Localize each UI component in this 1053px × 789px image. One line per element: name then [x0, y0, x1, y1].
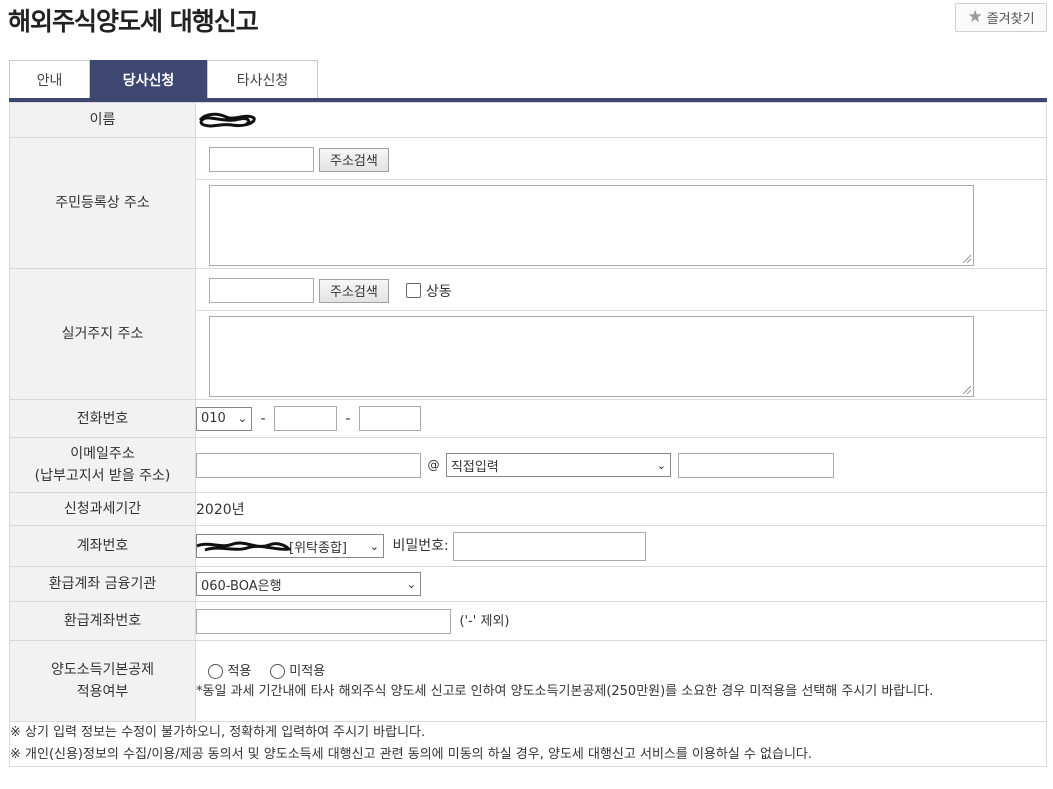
phone-separator: - [345, 410, 351, 427]
resident-zip-input[interactable] [209, 147, 314, 172]
tax-period-label: 신청과세기간 [9, 492, 196, 526]
account-cell: [위탁종합] ⌄ 비밀번호: [195, 525, 1047, 567]
name-value [195, 102, 1047, 138]
redaction-scribble [196, 541, 291, 552]
email-user-input[interactable] [196, 452, 421, 478]
same-address-label: 상동 [425, 283, 452, 300]
resize-grip-icon[interactable] [963, 254, 971, 263]
basic-deduction-label: 양도소득기본공제 적용여부 [9, 640, 196, 722]
refund-bank-label: 환급계좌 금융기관 [9, 566, 196, 602]
application-form: 이름 주민등록상 주소 주소검색 실거주지 주소 주소검색 상동 전화번호 01… [9, 102, 1047, 767]
refund-account-label: 환급계좌번호 [9, 601, 196, 641]
refund-bank-select[interactable]: 060-BOA은행 ⌄ [196, 572, 421, 596]
refund-account-hint: ('-' 제외) [459, 614, 510, 629]
phone-cell: 010 ⌄ - - [195, 399, 1047, 438]
email-cell: @ 직접입력 ⌄ [195, 437, 1047, 493]
chevron-down-icon: ⌄ [369, 539, 379, 553]
tax-period-value: 2020년 [195, 492, 1047, 526]
basic-deduction-cell: 적용 미적용 *동일 과세 기간내에 타사 해외주식 양도세 신고로 인하여 양… [195, 640, 1047, 722]
apply-radio[interactable] [208, 663, 223, 679]
resident-address-detail-input[interactable] [209, 184, 974, 266]
phone-middle-input[interactable] [273, 406, 337, 431]
chevron-down-icon: ⌄ [237, 412, 247, 425]
favorite-button[interactable]: ★ 즐겨찾기 [955, 3, 1047, 32]
refund-account-cell: ('-' 제외) [195, 601, 1047, 641]
phone-last-input[interactable] [358, 406, 421, 431]
resident-address-search-button[interactable]: 주소검색 [319, 147, 389, 172]
same-address-checkbox[interactable] [405, 283, 421, 298]
email-at-sign: @ [427, 458, 440, 472]
footer-note: ※ 개인(신용)정보의 수집/이용/제공 동의서 및 양도소득세 대행신고 관련… [10, 747, 812, 762]
basic-deduction-note: *동일 과세 기간내에 타사 해외주식 양도세 신고로 인하여 양도소득기본공제… [196, 684, 934, 699]
refund-account-input[interactable] [196, 608, 451, 634]
resize-grip-icon[interactable] [963, 385, 971, 394]
email-domain-input[interactable] [678, 452, 835, 478]
phone-label: 전화번호 [9, 399, 196, 438]
not-apply-radio-label: 미적용 [289, 664, 326, 679]
tab-guide[interactable]: 안내 [9, 60, 90, 98]
favorite-label: 즐겨찾기 [986, 12, 1035, 27]
footer-notes: ※ 상기 입력 정보는 수정이 불가하오니, 정확하게 입력하여 주시기 바랍니… [9, 721, 1047, 767]
not-apply-radio[interactable] [269, 663, 285, 679]
star-icon: ★ [967, 7, 983, 27]
footer-note: ※ 상기 입력 정보는 수정이 불가하오니, 정확하게 입력하여 주시기 바랍니… [10, 725, 426, 740]
account-select[interactable]: [위탁종합] ⌄ [196, 534, 384, 558]
tab-our-company[interactable]: 당사신청 [90, 60, 207, 98]
phone-separator: - [260, 410, 266, 427]
residence-address-cell: 주소검색 상동 [195, 268, 1047, 400]
chevron-down-icon: ⌄ [656, 458, 666, 472]
phone-prefix-select[interactable]: 010 ⌄ [196, 406, 252, 431]
chevron-down-icon: ⌄ [406, 577, 416, 591]
resident-address-cell: 주소검색 [195, 137, 1047, 269]
residence-zip-input[interactable] [209, 278, 314, 303]
email-label: 이메일주소 (납부고지서 받을 주소) [9, 437, 196, 493]
residence-address-label: 실거주지 주소 [9, 268, 196, 400]
page-title: 해외주식양도세 대행신고 [8, 7, 259, 36]
account-label: 계좌번호 [9, 525, 196, 567]
apply-radio-label: 적용 [227, 664, 252, 679]
email-domain-select[interactable]: 직접입력 ⌄ [445, 453, 671, 477]
password-input[interactable] [453, 531, 647, 561]
password-label: 비밀번호: [392, 538, 449, 554]
refund-bank-cell: 060-BOA은행 ⌄ [195, 566, 1047, 602]
tab-other-company[interactable]: 타사신청 [207, 60, 318, 98]
residence-address-detail-input[interactable] [209, 315, 974, 397]
name-label: 이름 [9, 102, 196, 138]
redaction-scribble [198, 112, 256, 128]
residence-address-search-button[interactable]: 주소검색 [319, 278, 389, 303]
resident-address-label: 주민등록상 주소 [9, 137, 196, 269]
